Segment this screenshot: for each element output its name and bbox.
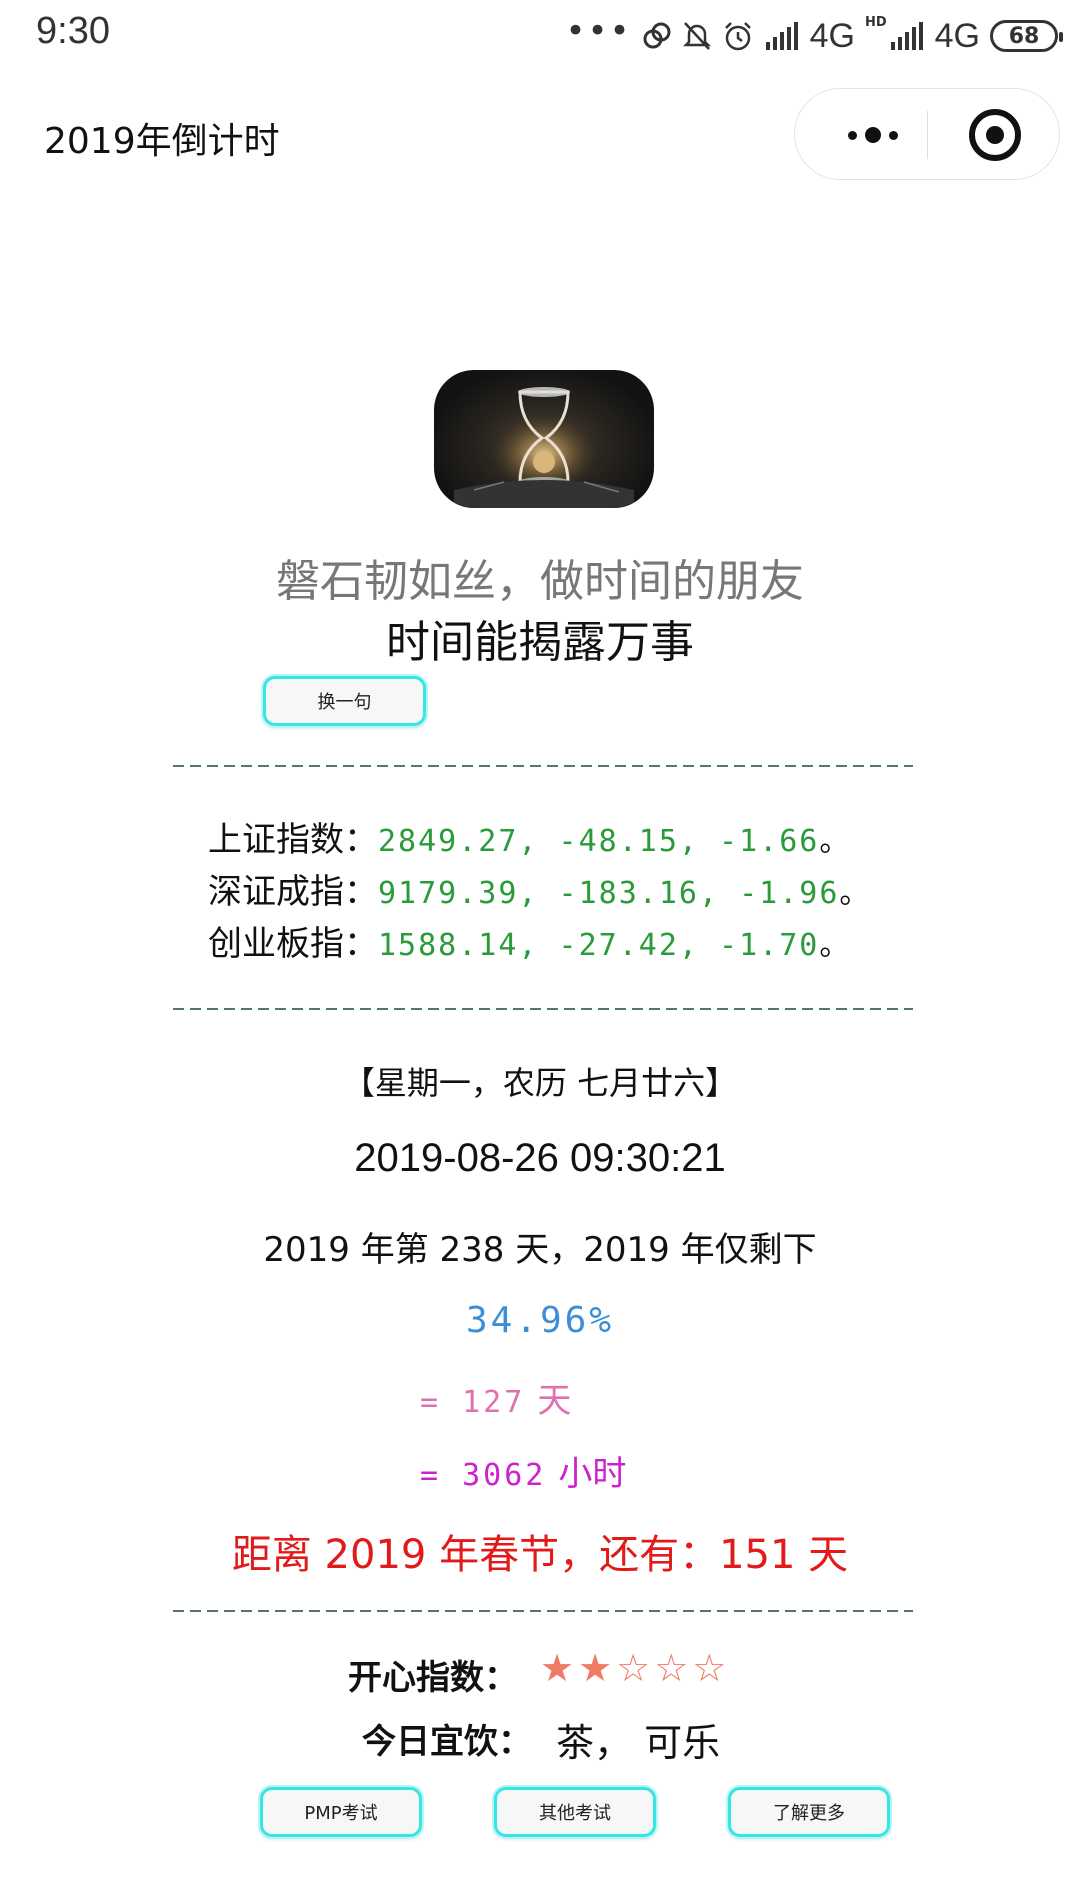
- stock-values: 1588.14, -27.42, -1.70: [378, 928, 820, 963]
- signal-icon: [765, 22, 798, 50]
- quote-line-1: 磐石韧如丝，做时间的朋友: [276, 556, 804, 607]
- signal-icon: [890, 22, 923, 50]
- more-dots-icon[interactable]: [825, 89, 921, 181]
- remaining-hours-value: = 3062: [420, 1458, 547, 1493]
- stock-values: 9179.39, -183.16, -1.96: [378, 876, 840, 911]
- alarm-icon: [724, 22, 751, 51]
- year-remaining-percent: 34.96%: [465, 1300, 615, 1341]
- stock-index-list: 上证指数： 2849.27, -48.15, -1.66 。 深证成指： 917…: [208, 812, 869, 968]
- divider: [173, 1610, 913, 1612]
- target-close-icon[interactable]: [969, 109, 1021, 161]
- stock-end: 。: [819, 928, 850, 963]
- divider: [173, 765, 913, 767]
- hd-badge: HD: [864, 14, 887, 30]
- nav-bar: 2019年倒计时: [0, 84, 1080, 188]
- network-type: 4G: [809, 16, 855, 55]
- stock-row-shanghai: 上证指数： 2849.27, -48.15, -1.66 。: [208, 812, 869, 864]
- mini-program-capsule: [794, 88, 1060, 180]
- other-exam-button[interactable]: 其他考试: [494, 1787, 656, 1837]
- pmp-exam-button[interactable]: PMP考试: [260, 1787, 422, 1837]
- page-title: 2019年倒计时: [44, 121, 280, 162]
- drink-value: 茶， 可乐: [556, 1721, 721, 1765]
- remaining-hours: = 3062 小时: [420, 1446, 626, 1495]
- stock-label: 上证指数：: [208, 820, 378, 860]
- link-icon: [643, 22, 671, 49]
- hourglass-icon: [454, 387, 634, 508]
- stock-row-chinext: 创业板指： 1588.14, -27.42, -1.70 。: [208, 916, 869, 968]
- weekday-lunar: 【星期一，农历 七月廿六】: [342, 1064, 738, 1102]
- remaining-days-unit: 天: [537, 1381, 572, 1421]
- drink-label: 今日宜饮：: [362, 1722, 532, 1762]
- status-time: 9:30: [36, 10, 110, 52]
- stock-end: 。: [819, 824, 850, 859]
- status-bar: 9:30 ••• 4G HD 4G 68: [0, 0, 1080, 72]
- happy-index-label: 开心指数：: [348, 1658, 518, 1698]
- battery-level: 68: [1008, 23, 1040, 49]
- current-datetime: 2019-08-26 09:30:21: [354, 1136, 726, 1180]
- divider: [173, 1008, 913, 1010]
- change-quote-button[interactable]: 换一句: [263, 676, 426, 726]
- stock-label: 深证成指：: [208, 872, 378, 912]
- stock-values: 2849.27, -48.15, -1.66: [378, 824, 820, 859]
- remaining-days-value: = 127: [420, 1385, 526, 1420]
- status-icons: ••• 4G HD 4G 68: [565, 11, 1063, 58]
- day-of-year: 2019 年第 238 天，2019 年仅剩下: [263, 1230, 817, 1270]
- hourglass-image: [434, 370, 654, 508]
- stock-end: 。: [839, 876, 870, 911]
- happy-index-stars: ★★☆☆☆: [540, 1646, 731, 1690]
- network-type: 4G: [934, 16, 980, 55]
- learn-more-button[interactable]: 了解更多: [728, 1787, 890, 1837]
- spring-festival-countdown: 距离 2019 年春节，还有：151 天: [231, 1532, 849, 1578]
- remaining-hours-unit: 小时: [558, 1454, 627, 1494]
- battery-icon: 68: [990, 20, 1063, 52]
- capsule-divider: [927, 111, 928, 159]
- remaining-days: = 127 天: [420, 1373, 571, 1422]
- stock-label: 创业板指：: [208, 924, 378, 964]
- stock-row-shenzhen: 深证成指： 9179.39, -183.16, -1.96 。: [208, 864, 869, 916]
- mute-bell-icon: [682, 22, 711, 50]
- more-dots-icon: •••: [565, 11, 632, 51]
- quote-line-2: 时间能揭露万事: [386, 617, 694, 668]
